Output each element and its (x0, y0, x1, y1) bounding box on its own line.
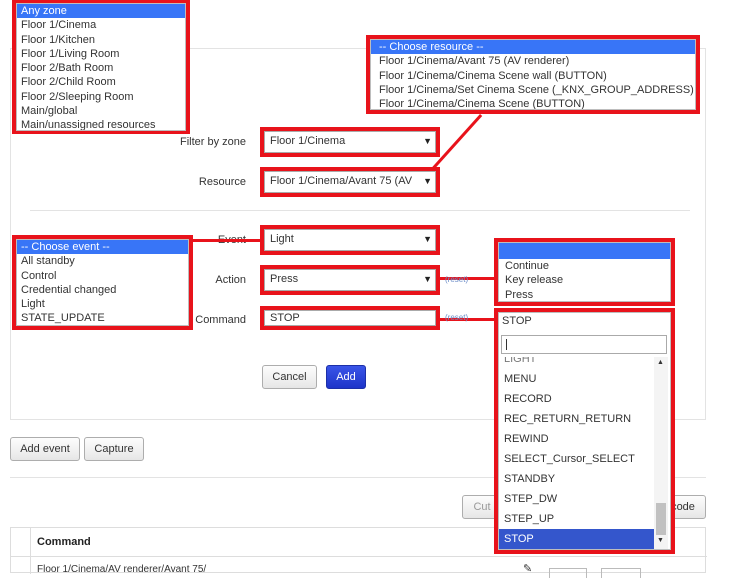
chevron-down-icon: ▼ (423, 234, 432, 244)
action-select-value: Press (270, 273, 299, 285)
zone-option[interactable]: Floor 2/Sleeping Room (17, 90, 185, 104)
command-option[interactable]: SELECT_Cursor_SELECT (499, 449, 654, 469)
command-reset-link[interactable]: (reset) (445, 313, 468, 322)
command-options-list[interactable]: LIGHT MENU RECORD REC_RETURN_RETURN REWI… (499, 357, 654, 549)
event-option[interactable]: All standby (17, 254, 188, 268)
action-select[interactable]: Press ▼ (264, 269, 436, 291)
form-divider (30, 210, 690, 211)
command-scrollbar[interactable]: ▲ ▼ (654, 357, 668, 549)
action-reset-link[interactable]: (reset) (445, 275, 468, 284)
command-option[interactable]: STEP_UP (499, 509, 654, 529)
zone-option[interactable]: Floor 1/Cinema (17, 18, 185, 32)
event-option[interactable]: -- Choose event -- (17, 240, 188, 255)
command-option[interactable]: STEP_DW (499, 489, 654, 509)
action-listbox[interactable]: Continue Key release Press (498, 242, 671, 302)
command-option-selected[interactable]: STOP (499, 529, 654, 549)
event-option[interactable]: Control (17, 269, 188, 283)
zone-option[interactable]: Main/unassigned resources (17, 118, 185, 130)
table-row-gutter (11, 528, 31, 574)
zone-listbox[interactable]: Any zone Floor 1/Cinema Floor 1/Kitchen … (16, 3, 186, 131)
chevron-down-icon: ▼ (423, 176, 432, 186)
scrollbar-thumb[interactable] (656, 503, 666, 535)
resource-option[interactable]: Floor 1/Cinema/Set Cinema Scene (_KNX_GR… (371, 83, 695, 97)
table-header-divider (11, 556, 707, 557)
filter-zone-label: Filter by zone (179, 136, 246, 148)
command-dropdown-current[interactable]: STOP (502, 315, 532, 327)
chevron-down-icon: ▼ (423, 136, 432, 146)
command-option[interactable]: RECORD (499, 389, 654, 409)
add-event-button[interactable]: Add event (10, 437, 80, 461)
command-select-value: STOP (270, 312, 300, 324)
cancel-button[interactable]: Cancel (262, 365, 317, 389)
event-option[interactable]: Credential changed (17, 283, 188, 297)
capture-button[interactable]: Capture (84, 437, 144, 461)
connector-event (192, 239, 260, 242)
command-dropdown[interactable]: STOP LIGHT MENU RECORD REC_RETURN_RETURN… (498, 312, 671, 550)
action-option[interactable] (499, 243, 670, 259)
zone-option[interactable]: Floor 2/Child Room (17, 75, 185, 89)
resource-select[interactable]: Floor 1/Cinema/Avant 75 (AV ▼ (264, 171, 436, 193)
action-option[interactable]: Key release (499, 273, 670, 287)
resource-option[interactable]: Floor 1/Cinema/Avant 75 (AV renderer) (371, 54, 695, 68)
row-input-2[interactable] (601, 568, 641, 578)
event-select[interactable]: Light ▼ (264, 229, 436, 251)
event-select-value: Light (270, 233, 294, 245)
resource-option[interactable]: Floor 1/Cinema/Cinema Scene wall (BUTTON… (371, 69, 695, 83)
command-option[interactable]: REWIND (499, 429, 654, 449)
command-column-header: Command (37, 536, 91, 548)
command-search-input[interactable] (501, 335, 667, 354)
chevron-down-icon: ▼ (423, 274, 432, 284)
table-row: Floor 1/Cinema/AV renderer/Avant 75/ (37, 564, 207, 575)
resource-listbox[interactable]: -- Choose resource -- Floor 1/Cinema/Ava… (370, 39, 696, 110)
add-button[interactable]: Add (326, 365, 366, 389)
resource-select-value: Floor 1/Cinema/Avant 75 (AV (270, 175, 413, 187)
resource-option[interactable]: Floor 1/Cinema/Cinema Scene (BUTTON) (371, 97, 695, 109)
resource-label: Resource (198, 176, 246, 188)
zone-option[interactable]: Floor 1/Living Room (17, 47, 185, 61)
edit-icon[interactable]: ✎ (523, 562, 532, 575)
zone-select-value: Floor 1/Cinema (270, 135, 346, 147)
scroll-down-icon[interactable]: ▼ (657, 537, 664, 544)
command-option[interactable]: MENU (499, 369, 654, 389)
action-option[interactable]: Press (499, 288, 670, 301)
zone-option[interactable]: Floor 2/Bath Room (17, 61, 185, 75)
zone-option[interactable]: Main/global (17, 104, 185, 118)
event-listbox[interactable]: -- Choose event -- All standby Control C… (16, 239, 189, 326)
zone-select[interactable]: Floor 1/Cinema ▼ (264, 131, 436, 153)
command-option[interactable]: STANDBY (499, 469, 654, 489)
event-option[interactable]: STATE_UPDATE (17, 311, 188, 325)
zone-option[interactable]: Any zone (17, 4, 185, 19)
action-option[interactable]: Continue (499, 259, 670, 273)
zone-option[interactable]: Floor 1/Kitchen (17, 33, 185, 47)
resource-option[interactable]: -- Choose resource -- (371, 40, 695, 55)
scroll-up-icon[interactable]: ▲ (657, 359, 664, 366)
row-input-1[interactable] (549, 568, 587, 578)
command-select[interactable]: STOP (264, 310, 436, 326)
event-option[interactable]: Light (17, 297, 188, 311)
command-option[interactable]: LIGHT (499, 357, 654, 369)
text-cursor (506, 339, 507, 350)
command-option[interactable]: REC_RETURN_RETURN (499, 409, 654, 429)
